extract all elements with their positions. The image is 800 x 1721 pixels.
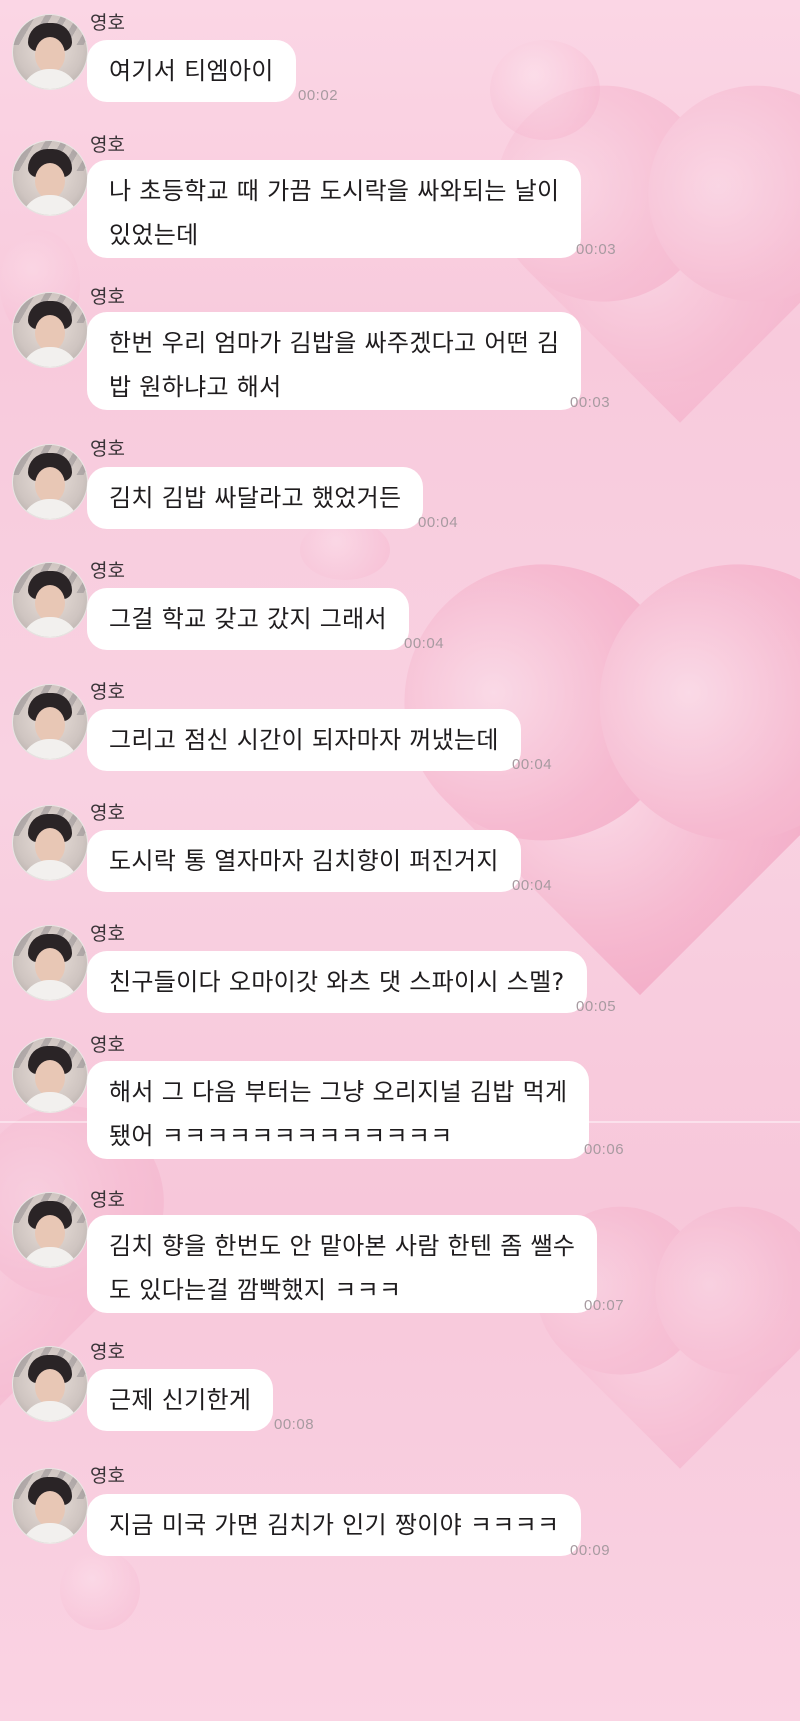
- message-bubble[interactable]: 근제 신기한게: [87, 1369, 274, 1431]
- message-bubble[interactable]: 지금 미국 가면 김치가 인기 짱이야 ㅋㅋㅋㅋ: [87, 1494, 582, 1556]
- message-text: 여기서 티엠아이: [109, 57, 274, 85]
- sender-name: 영호: [90, 561, 125, 582]
- sender-name: 영호: [90, 1190, 125, 1211]
- avatar[interactable]: [12, 14, 88, 90]
- message-timestamp: 00:04: [512, 756, 553, 773]
- message-text: 나 초등학교 때 가끔 도시락을 싸와되는 날이: [109, 177, 560, 205]
- message-text: 김치 김밥 싸달라고 했었거든: [109, 484, 402, 512]
- avatar[interactable]: [12, 684, 88, 760]
- message-bubble[interactable]: 도시락 통 열자마자 김치향이 퍼진거지: [87, 830, 521, 892]
- message-timestamp: 00:03: [576, 241, 617, 258]
- message-timestamp: 00:04: [418, 514, 459, 531]
- avatar[interactable]: [12, 140, 88, 216]
- message-text: 그걸 학교 갖고 갔지 그래서: [109, 605, 387, 633]
- avatar[interactable]: [12, 562, 88, 638]
- avatar[interactable]: [12, 1037, 88, 1113]
- message-text: 도시락 통 열자마자 김치향이 퍼진거지: [109, 847, 499, 875]
- message-bubble[interactable]: 해서 그 다음 부터는 그냥 오리지널 김밥 먹게 됐어 ㅋㅋㅋㅋㅋㅋㅋㅋㅋㅋㅋ…: [87, 1061, 590, 1159]
- message-bubble[interactable]: 그걸 학교 갖고 갔지 그래서: [87, 588, 409, 650]
- sender-name: 영호: [90, 135, 125, 156]
- message-text: 김치 향을 한번도 안 맡아본 사람 한텐 좀 쌜수: [109, 1232, 576, 1260]
- message-text: 됐어 ㅋㅋㅋㅋㅋㅋㅋㅋㅋㅋㅋㅋㅋ: [109, 1122, 453, 1150]
- message-timestamp: 00:07: [584, 1297, 625, 1314]
- message-bubble[interactable]: 나 초등학교 때 가끔 도시락을 싸와되는 날이 있었는데: [87, 160, 582, 258]
- avatar[interactable]: [12, 805, 88, 881]
- sender-name: 영호: [90, 1035, 125, 1056]
- sender-name: 영호: [90, 13, 125, 34]
- message-text: 도 있다는걸 깜빡했지 ㅋㅋㅋ: [109, 1276, 402, 1304]
- avatar[interactable]: [12, 444, 88, 520]
- message-bubble[interactable]: 김치 김밥 싸달라고 했었거든: [87, 467, 424, 529]
- avatar[interactable]: [12, 1346, 88, 1422]
- avatar[interactable]: [12, 1468, 88, 1544]
- message-timestamp: 00:05: [576, 998, 617, 1015]
- message-text: 친구들이다 오마이갓 와츠 댓 스파이시 스멜?: [109, 968, 565, 996]
- message-text: 지금 미국 가면 김치가 인기 짱이야 ㅋㅋㅋㅋ: [109, 1511, 560, 1539]
- message-text: 근제 신기한게: [109, 1386, 252, 1414]
- sender-name: 영호: [90, 287, 125, 308]
- message-timestamp: 00:06: [584, 1141, 625, 1158]
- message-bubble[interactable]: 그리고 점신 시간이 되자마자 꺼냈는데: [87, 709, 521, 771]
- message-timestamp: 00:03: [570, 394, 611, 411]
- message-timestamp: 00:02: [298, 87, 339, 104]
- chat-log: 영호 여기서 티엠아이 00:02 영호 나 초등학교 때 가끔 도시락을 싸와…: [0, 0, 800, 1721]
- avatar[interactable]: [12, 292, 88, 368]
- sender-name: 영호: [90, 1466, 125, 1487]
- message-text: 해서 그 다음 부터는 그냥 오리지널 김밥 먹게: [109, 1078, 568, 1106]
- message-timestamp: 00:04: [512, 877, 553, 894]
- sender-name: 영호: [90, 1342, 125, 1363]
- avatar[interactable]: [12, 1192, 88, 1268]
- sender-name: 영호: [90, 682, 125, 703]
- sender-name: 영호: [90, 803, 125, 824]
- message-text: 있었는데: [109, 221, 199, 249]
- message-bubble[interactable]: 김치 향을 한번도 안 맡아본 사람 한텐 좀 쌜수 도 있다는걸 깜빡했지 ㅋ…: [87, 1215, 598, 1313]
- message-timestamp: 00:08: [274, 1416, 315, 1433]
- sender-name: 영호: [90, 439, 125, 460]
- message-bubble[interactable]: 한번 우리 엄마가 김밥을 싸주겠다고 어떤 김 밥 원하냐고 해서: [87, 312, 582, 410]
- message-text: 그리고 점신 시간이 되자마자 꺼냈는데: [109, 726, 499, 754]
- avatar[interactable]: [12, 925, 88, 1001]
- message-text: 밥 원하냐고 해서: [109, 373, 282, 401]
- message-timestamp: 00:09: [570, 1542, 611, 1559]
- message-bubble[interactable]: 친구들이다 오마이갓 와츠 댓 스파이시 스멜?: [87, 951, 587, 1013]
- message-bubble[interactable]: 여기서 티엠아이: [87, 40, 296, 102]
- sender-name: 영호: [90, 924, 125, 945]
- message-text: 한번 우리 엄마가 김밥을 싸주겠다고 어떤 김: [109, 329, 560, 357]
- message-timestamp: 00:04: [404, 635, 445, 652]
